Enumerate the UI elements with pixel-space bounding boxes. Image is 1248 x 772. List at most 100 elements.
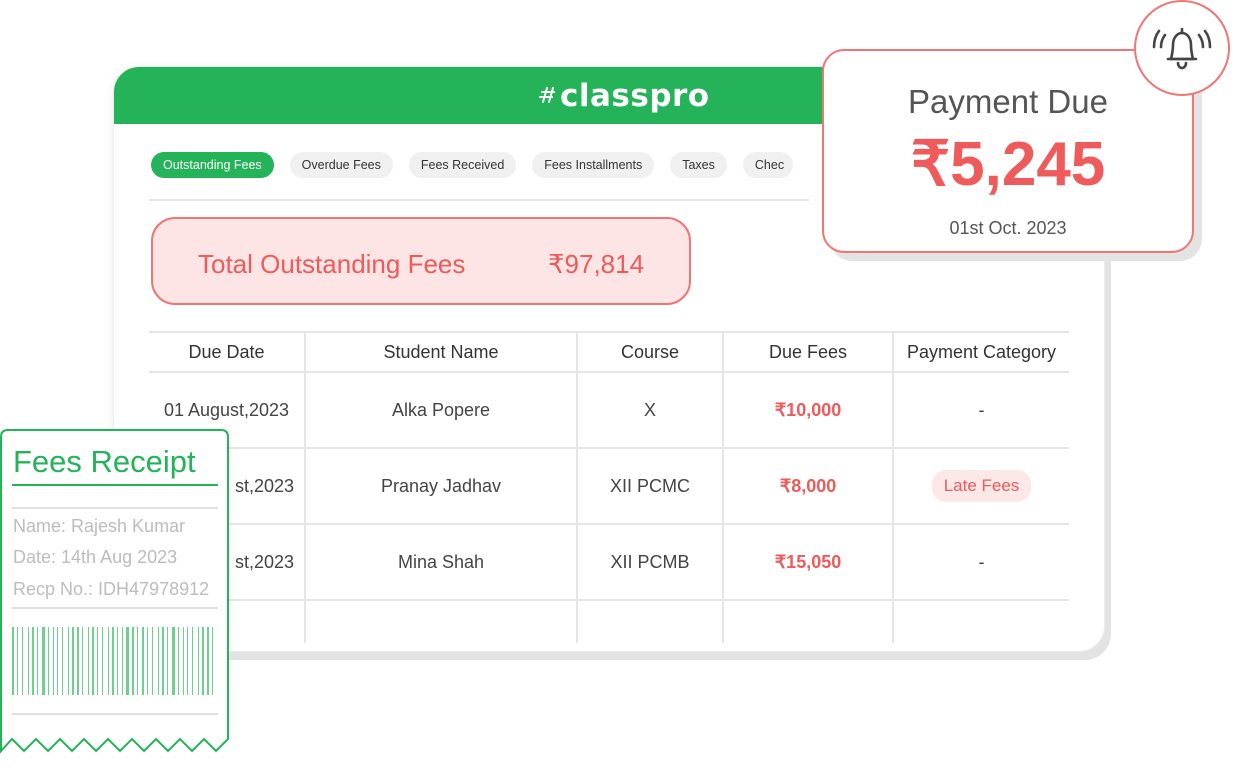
tab-cheques[interactable]: Chec <box>742 152 793 178</box>
tabs-divider <box>149 199 809 201</box>
header-course[interactable]: Course <box>576 333 722 371</box>
barcode-bar <box>207 627 209 695</box>
tab-taxes[interactable]: Taxes <box>670 152 727 178</box>
receipt-title-underline <box>12 484 218 486</box>
barcode-bar <box>77 627 79 695</box>
barcode-bar <box>158 627 159 695</box>
table-row[interactable]: 01 August,2023 Alka Popere X ₹10,000 - <box>149 373 1069 449</box>
table-row[interactable]: st,2023 Mina Shah XII PCMB ₹15,050 - <box>149 525 1069 601</box>
empty-cell <box>576 601 722 643</box>
barcode-bar <box>48 627 49 695</box>
barcode-bar <box>108 627 109 695</box>
barcode-bar <box>82 627 83 695</box>
logo-text: classpro <box>560 78 710 114</box>
tab-outstanding-fees[interactable]: Outstanding Fees <box>151 152 274 178</box>
header-due-fees[interactable]: Due Fees <box>722 333 892 371</box>
table-row[interactable]: st,2023 Pranay Jadhav XII PCMC ₹8,000 La… <box>149 449 1069 525</box>
header-due-date[interactable]: Due Date <box>149 333 304 371</box>
barcode-bar <box>212 627 213 695</box>
course-cell: XII PCMB <box>576 525 722 599</box>
barcode-bar <box>53 627 54 695</box>
barcode-bar <box>42 627 45 695</box>
payment-due-amount: ₹5,245 <box>910 130 1106 199</box>
barcode-bar <box>187 627 188 695</box>
logo-mark-icon <box>539 87 555 103</box>
barcode-bar <box>162 627 164 695</box>
student-name-cell: Alka Popere <box>304 373 576 447</box>
payment-category-cell: - <box>892 373 1069 447</box>
barcode-bar <box>97 627 98 695</box>
receipt-title: Fees Receipt <box>13 444 196 479</box>
barcode-icon <box>12 627 213 695</box>
total-outstanding-label: Total Outstanding Fees <box>198 249 466 279</box>
barcode-bar <box>62 627 63 695</box>
classpro-logo[interactable]: classpro <box>538 78 710 114</box>
total-outstanding-value: ₹97,814 <box>548 249 645 279</box>
receipt-name: Name: Rajesh Kumar <box>13 516 186 536</box>
barcode-bar <box>22 627 23 695</box>
payment-category-cell: Late Fees <box>892 449 1069 523</box>
payment-due-card[interactable]: Payment Due ₹5,245 01st Oct. 2023 <box>822 49 1194 253</box>
due-fees-cell: ₹8,000 <box>722 449 892 523</box>
fees-tabs: Outstanding Fees Overdue Fees Fees Recei… <box>151 152 811 180</box>
barcode-bar <box>112 627 114 695</box>
tab-fees-installments[interactable]: Fees Installments <box>532 152 655 178</box>
barcode-bar <box>152 627 153 695</box>
barcode-bar <box>88 627 89 695</box>
receipt-number: Recp No.: IDH47978912 <box>13 579 210 599</box>
barcode-bar <box>167 627 168 695</box>
fees-receipt-card[interactable]: Fees Receipt Name: Rajesh Kumar Date: 14… <box>0 429 229 759</box>
tab-overdue-fees[interactable]: Overdue Fees <box>289 152 393 178</box>
barcode-bar <box>142 627 144 695</box>
barcode-bar <box>72 627 74 695</box>
barcode-bar <box>37 627 38 695</box>
bell-icon <box>1152 27 1212 70</box>
barcode-bar <box>68 627 69 695</box>
due-fees-cell: ₹10,000 <box>722 373 892 447</box>
late-fees-badge: Late Fees <box>931 470 1032 502</box>
receipt-divider <box>12 713 218 715</box>
barcode-bar <box>132 627 134 695</box>
payment-category-cell: - <box>892 525 1069 599</box>
empty-cell <box>722 601 892 643</box>
tab-fees-received[interactable]: Fees Received <box>408 152 517 178</box>
barcode-bar <box>202 627 204 695</box>
barcode-bar <box>57 627 58 695</box>
barcode-bar <box>12 627 14 695</box>
barcode-bar <box>137 627 138 695</box>
barcode-bar <box>147 627 148 695</box>
student-name-cell: Pranay Jadhav <box>304 449 576 523</box>
outstanding-fees-table: Due Date Student Name Course Due Fees Pa… <box>149 331 1069 643</box>
barcode-bar <box>32 627 34 695</box>
table-row-empty <box>149 601 1069 643</box>
barcode-bar <box>17 627 18 695</box>
barcode-bar <box>183 627 184 695</box>
barcode-bar <box>102 627 103 695</box>
due-fees-cell: ₹15,050 <box>722 525 892 599</box>
table-header-row: Due Date Student Name Course Due Fees Pa… <box>149 331 1069 373</box>
receipt-divider <box>12 607 218 609</box>
payment-due-date: 01st Oct. 2023 <box>949 218 1067 238</box>
payment-due-title: Payment Due <box>908 83 1108 120</box>
total-outstanding-banner: Total Outstanding Fees ₹97,814 <box>151 217 691 305</box>
course-cell: XII PCMC <box>576 449 722 523</box>
barcode-bar <box>192 627 193 695</box>
barcode-bar <box>122 627 123 695</box>
barcode-bar <box>198 627 199 695</box>
receipt-divider <box>12 507 218 509</box>
course-cell: X <box>576 373 722 447</box>
empty-cell <box>892 601 1069 643</box>
barcode-bar <box>178 627 179 695</box>
barcode-bar <box>117 627 118 695</box>
student-name-cell: Mina Shah <box>304 525 576 599</box>
due-date-text: st,2023 <box>234 551 294 572</box>
header-payment-category[interactable]: Payment Category <box>892 333 1069 371</box>
header-student-name[interactable]: Student Name <box>304 333 576 371</box>
receipt-date: Date: 14th Aug 2023 <box>13 547 178 567</box>
empty-cell <box>304 601 576 643</box>
notification-bell-button[interactable] <box>1134 0 1230 96</box>
barcode-bar <box>28 627 29 695</box>
barcode-bar <box>92 627 94 695</box>
due-date-text: st,2023 <box>234 475 294 496</box>
barcode-bar <box>172 627 175 695</box>
